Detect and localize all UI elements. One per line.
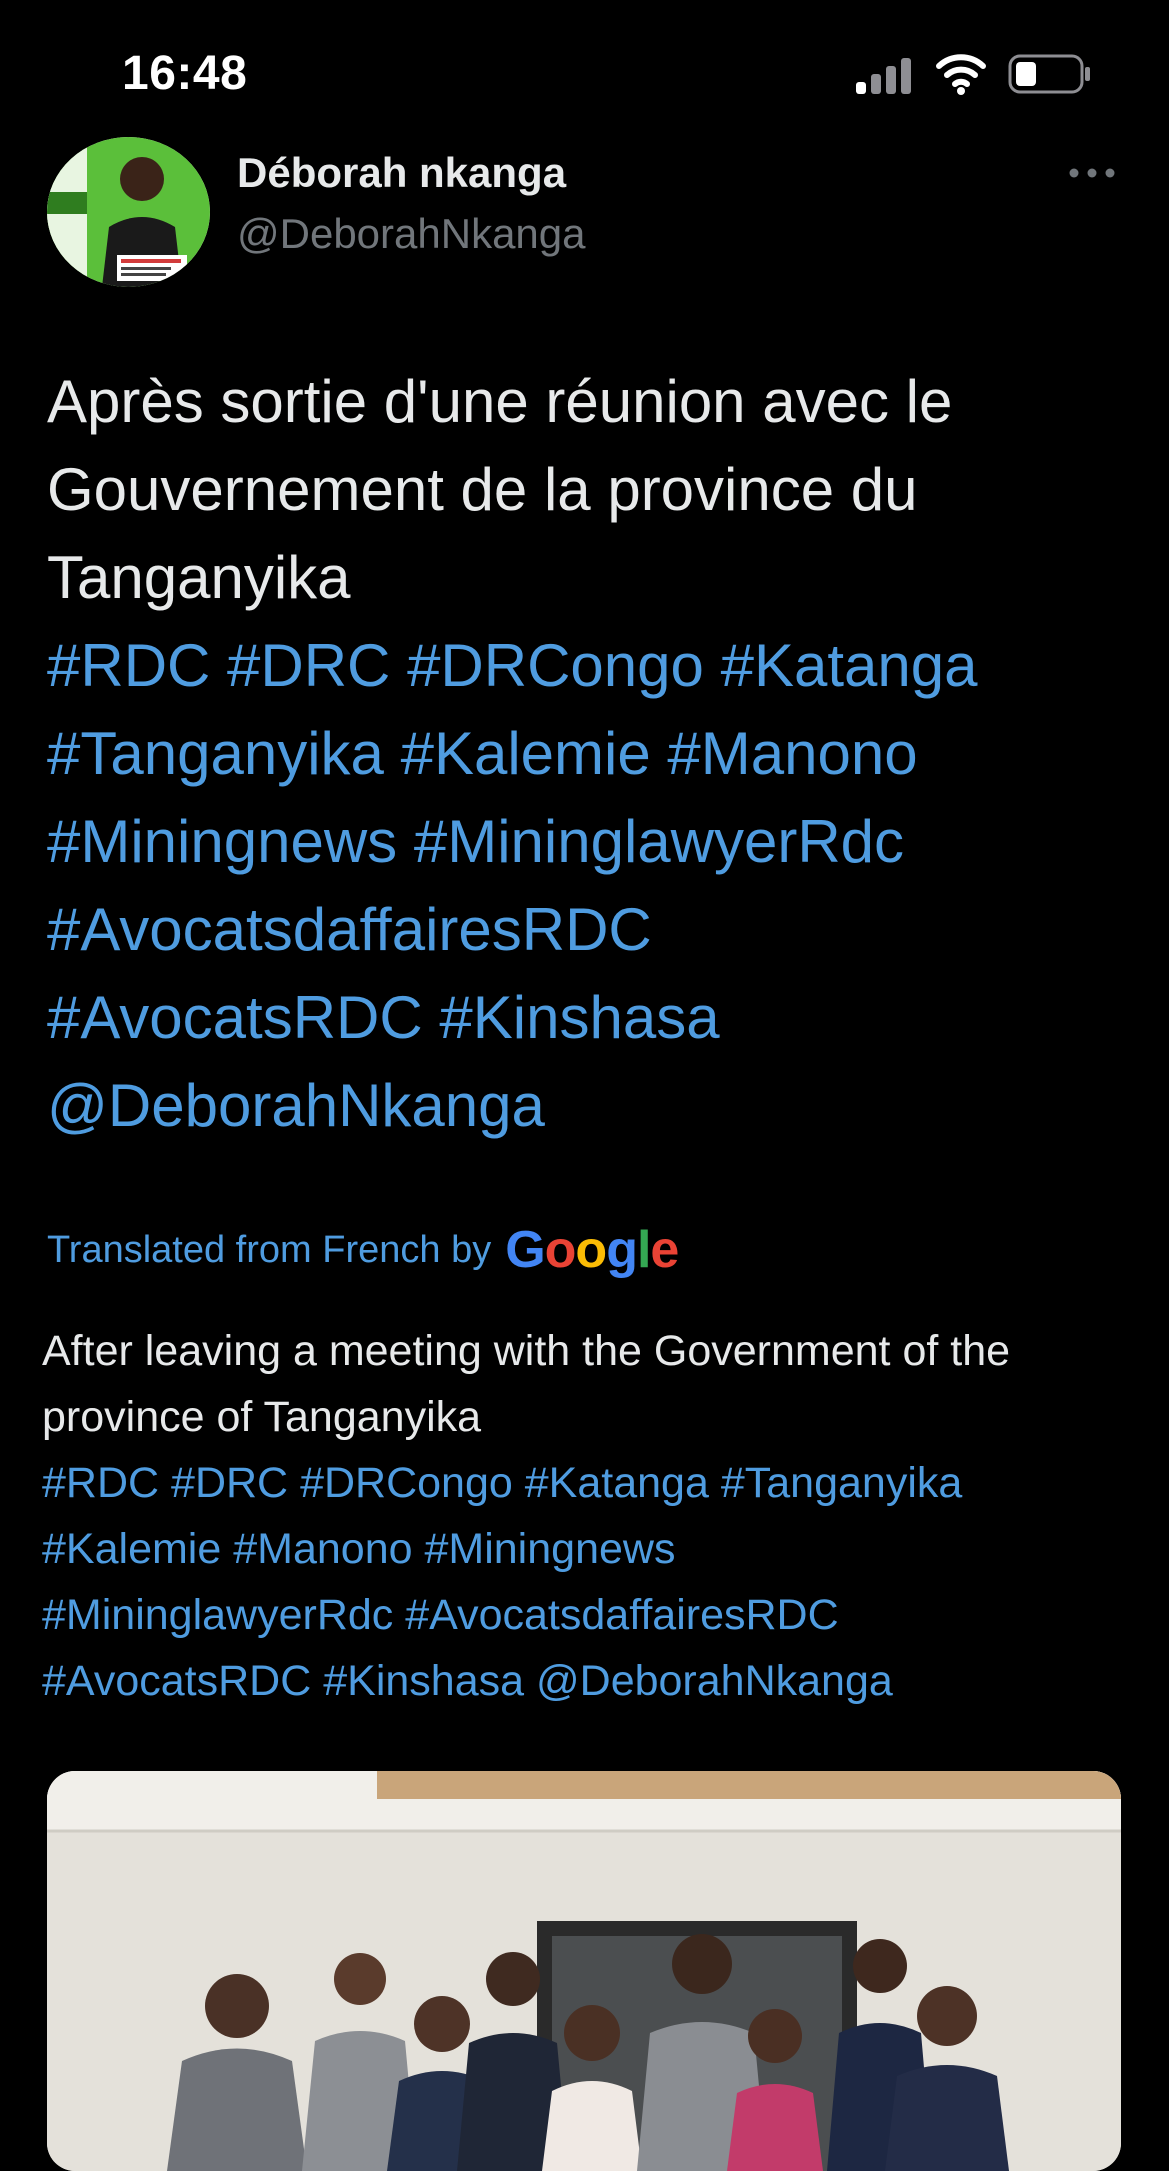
battery-icon (1008, 54, 1090, 94)
hashtag-link[interactable]: #AvocatsRDC (42, 1657, 311, 1705)
hashtag-link[interactable]: #Tanganyika (721, 1459, 962, 1507)
translation-attribution[interactable]: Translated from French by Google (47, 1220, 679, 1280)
wifi-icon (936, 54, 986, 95)
hashtag-link[interactable]: #DRC (171, 1459, 288, 1507)
hashtag-link[interactable]: #AvocatsdaffairesRDC (47, 896, 652, 963)
mention-link[interactable]: @DeborahNkanga (47, 1072, 545, 1139)
status-time: 16:48 (122, 47, 248, 100)
translation-text-plain: After leaving a meeting with the Governm… (42, 1327, 1011, 1441)
cellular-signal-icon (856, 58, 911, 94)
author-avatar[interactable] (47, 137, 210, 287)
hashtag-link[interactable]: #AvocatsRDC (47, 984, 423, 1051)
hashtag-link[interactable]: #RDC (42, 1459, 159, 1507)
hashtag-link[interactable]: #Kinshasa (439, 984, 719, 1051)
hashtag-link[interactable]: #Katanga (525, 1459, 709, 1507)
hashtag-link[interactable]: #MininglawyerRdc (42, 1591, 393, 1639)
hashtag-link[interactable]: #DRCongo (407, 632, 704, 699)
hashtag-link[interactable]: #MininglawyerRdc (414, 808, 904, 875)
hashtag-link[interactable]: #Tanganyika (47, 720, 384, 787)
group-photo-image (47, 1771, 1121, 2171)
hashtag-link[interactable]: #DRC (227, 632, 390, 699)
hashtag-link[interactable]: #Manono (233, 1525, 412, 1573)
hashtag-link[interactable]: #RDC (47, 632, 210, 699)
tweet-hashtags: #RDC #DRC #DRCongo #Katanga #Tanganyika … (47, 622, 1137, 1150)
tweet-photo[interactable] (47, 1771, 1121, 2171)
hashtag-link[interactable]: #Katanga (721, 632, 978, 699)
translation-text: After leaving a meeting with the Governm… (42, 1318, 1142, 1714)
hashtag-link[interactable]: #AvocatsdaffairesRDC (405, 1591, 838, 1639)
google-logo: Google (505, 1221, 679, 1279)
tweet-text: Après sortie d'une réunion avec le Gouve… (47, 358, 1137, 1150)
translation-hashtags: #RDC #DRC #DRCongo #Katanga #Tanganyika … (42, 1450, 1142, 1714)
hashtag-link[interactable]: #Kalemie (401, 720, 651, 787)
hashtag-link[interactable]: #Manono (667, 720, 917, 787)
tweet-text-plain: Après sortie d'une réunion avec le Gouve… (47, 368, 953, 611)
author-handle[interactable]: @DeborahNkanga (237, 210, 586, 258)
hashtag-link[interactable]: #Miningnews (424, 1525, 675, 1573)
hashtag-link[interactable]: #Kalemie (42, 1525, 221, 1573)
mention-link[interactable]: @DeborahNkanga (536, 1657, 893, 1705)
hashtag-link[interactable]: #Kinshasa (323, 1657, 524, 1705)
hashtag-link[interactable]: #Miningnews (47, 808, 397, 875)
more-horizontal-icon[interactable] (1068, 166, 1116, 180)
author-display-name[interactable]: Déborah nkanga (237, 149, 566, 197)
hashtag-link[interactable]: #DRCongo (300, 1459, 513, 1507)
translation-label: Translated from French by (47, 1228, 492, 1271)
